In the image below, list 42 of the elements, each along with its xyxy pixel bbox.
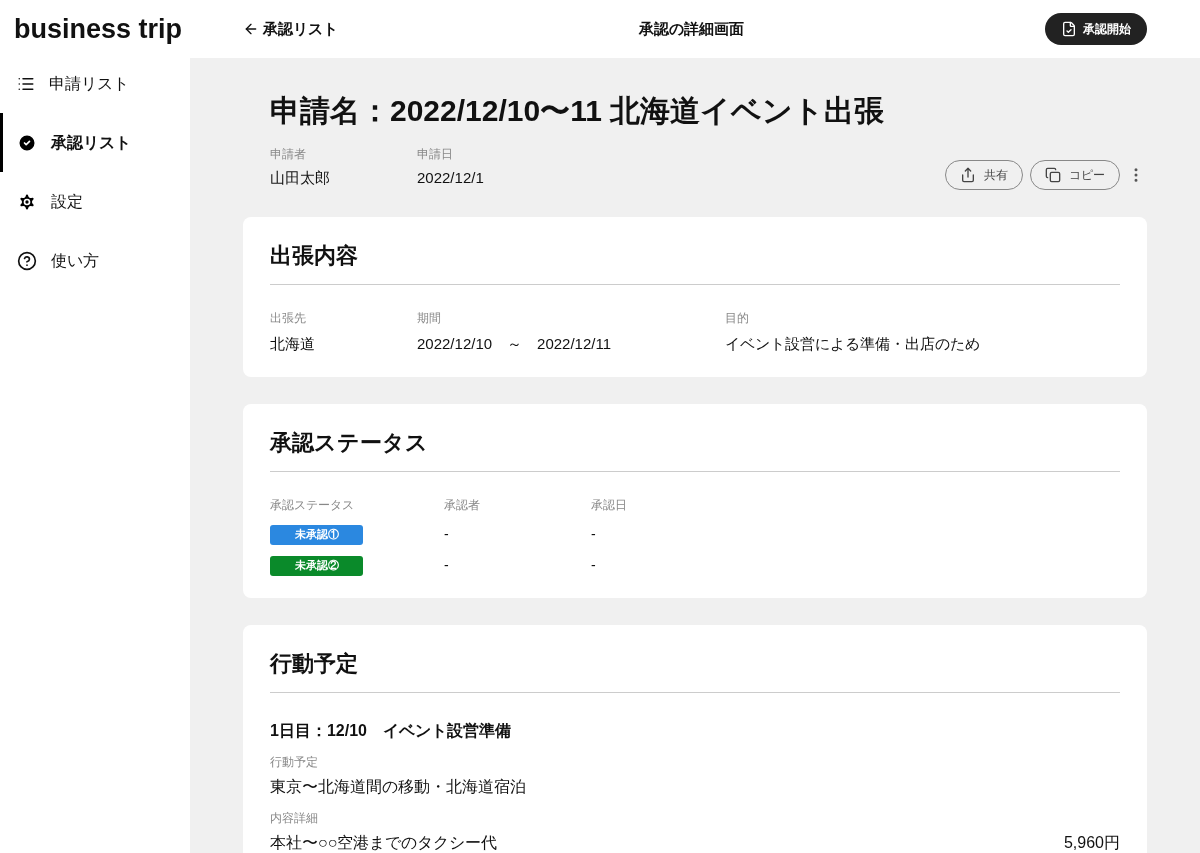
field-value: 東京〜北海道間の移動・北海道宿泊 bbox=[270, 777, 527, 797]
nav-item[interactable]: 申請リスト bbox=[0, 54, 190, 113]
expense-item: 本社〜○○空港までのタクシー代 bbox=[270, 833, 498, 853]
app-logo: business trip bbox=[13, 12, 184, 46]
expense-amount: 5,960円 bbox=[1063, 833, 1120, 853]
check-circle-icon bbox=[17, 132, 37, 153]
field-value: イベント設営による準備・出店のため bbox=[725, 333, 981, 354]
copy-icon bbox=[1045, 166, 1061, 183]
field-value: 山田太郎 bbox=[270, 168, 331, 188]
status-badge: 未承認① bbox=[270, 524, 363, 545]
table-cell-text: - bbox=[444, 525, 450, 544]
table-cell-text: - bbox=[444, 556, 450, 575]
status-badge: 未承認② bbox=[270, 555, 363, 576]
table-cell-text: - bbox=[591, 556, 597, 575]
back-link[interactable]: 承認リスト bbox=[243, 17, 338, 41]
help-icon bbox=[17, 250, 37, 271]
field-label: 目的 bbox=[725, 309, 750, 327]
page-title: 承認の詳細画面 bbox=[638, 18, 745, 39]
section-heading: 行動予定 bbox=[270, 647, 1120, 693]
settings-icon bbox=[17, 191, 37, 212]
field-value: 2022/12/10 ～ 2022/12/11 bbox=[417, 333, 613, 354]
document-check-icon bbox=[1061, 21, 1077, 37]
field-value: 北海道 bbox=[270, 333, 316, 354]
field-value: 2022/12/1 bbox=[417, 168, 485, 188]
nav-item[interactable]: 使い方 bbox=[0, 231, 190, 290]
column-header: 承認ステータス bbox=[270, 497, 355, 514]
field-label: 申請者 bbox=[270, 146, 307, 163]
field-label: 行動予定 bbox=[270, 754, 319, 771]
application-title: 申請名：2022/12/10〜11 北海道イベント出張 bbox=[269, 93, 886, 129]
field-label: 出張先 bbox=[270, 309, 307, 327]
share-icon bbox=[960, 166, 976, 183]
day-title: 1日目：12/10 イベント設営準備 bbox=[270, 721, 512, 741]
section-heading: 出張内容 bbox=[270, 238, 1120, 285]
section-heading: 承認ステータス bbox=[270, 426, 1120, 472]
column-header: 承認日 bbox=[591, 497, 628, 514]
nav-item[interactable]: 設定 bbox=[0, 172, 190, 231]
table-cell-text: - bbox=[591, 525, 597, 544]
start-approval-button[interactable]: 承認開始 bbox=[1045, 13, 1147, 45]
field-label: 内容詳細 bbox=[270, 810, 319, 827]
column-header: 承認者 bbox=[444, 497, 481, 514]
field-label: 期間 bbox=[417, 309, 442, 327]
field-label: 申請日 bbox=[417, 146, 454, 163]
